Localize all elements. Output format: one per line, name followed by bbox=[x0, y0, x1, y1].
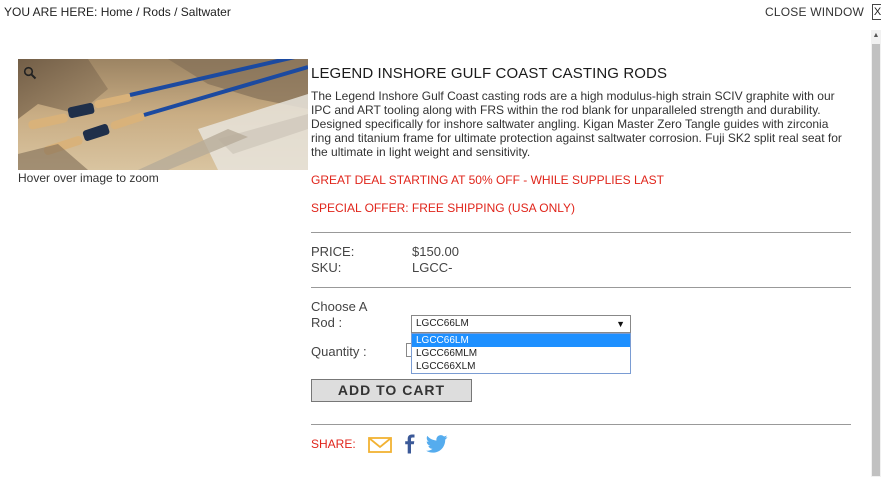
email-icon[interactable] bbox=[368, 436, 392, 454]
zoom-hint: Hover over image to zoom bbox=[18, 171, 159, 185]
rod-option-lgcc66mlm[interactable]: LGCC66MLM bbox=[412, 347, 630, 360]
product-image[interactable] bbox=[18, 59, 308, 170]
add-to-cart-button[interactable]: ADD TO CART bbox=[311, 379, 472, 402]
breadcrumb-link-home[interactable]: Home bbox=[101, 5, 133, 19]
product-title: LEGEND INSHORE GULF COAST CASTING RODS bbox=[311, 65, 668, 82]
scrollbar-thumb[interactable] bbox=[872, 44, 880, 476]
magnifier-icon bbox=[23, 66, 37, 80]
rod-option-lgcc66lm[interactable]: LGCC66LM bbox=[412, 334, 630, 347]
sku-value: LGCC- bbox=[412, 260, 453, 275]
rod-option-lgcc66xlm[interactable]: LGCC66XLM bbox=[412, 360, 630, 373]
choose-rod-label-line1: Choose A bbox=[311, 299, 368, 314]
divider bbox=[311, 287, 851, 288]
breadcrumb-prefix: YOU ARE HERE: bbox=[4, 5, 98, 19]
product-photo bbox=[18, 59, 308, 170]
promo-shipping: SPECIAL OFFER: FREE SHIPPING (USA ONLY) bbox=[311, 201, 576, 215]
price-value: $150.00 bbox=[412, 244, 459, 259]
breadcrumb-separator: / bbox=[136, 5, 140, 19]
divider bbox=[311, 232, 851, 233]
rod-dropdown-list[interactable]: LGCC66LM LGCC66MLM LGCC66XLM bbox=[411, 333, 631, 374]
close-window-link[interactable]: CLOSE WINDOW bbox=[765, 5, 864, 19]
facebook-icon[interactable] bbox=[404, 434, 416, 454]
scroll-up-arrow-icon[interactable]: ▲ bbox=[871, 30, 881, 42]
twitter-icon[interactable] bbox=[426, 435, 448, 453]
price-label: PRICE: bbox=[311, 244, 355, 259]
sku-label: SKU: bbox=[311, 260, 342, 275]
share-label: SHARE: bbox=[311, 437, 356, 451]
product-description: The Legend Inshore Gulf Coast casting ro… bbox=[311, 89, 842, 159]
divider bbox=[311, 424, 851, 425]
breadcrumb-separator: / bbox=[174, 5, 178, 19]
rod-select[interactable]: LGCC66LM ▼ bbox=[411, 315, 631, 333]
breadcrumb-link-saltwater[interactable]: Saltwater bbox=[181, 5, 231, 19]
quantity-label: Quantity : bbox=[311, 344, 367, 359]
choose-rod-label-line2: Rod : bbox=[311, 315, 343, 330]
dropdown-arrow-icon[interactable]: ▼ bbox=[616, 316, 625, 332]
rod-select-value: LGCC66LM bbox=[416, 318, 469, 329]
scrollbar[interactable]: ▲ bbox=[871, 30, 881, 477]
breadcrumb-link-rods[interactable]: Rods bbox=[143, 5, 171, 19]
breadcrumb: YOU ARE HERE: Home / Rods / Saltwater bbox=[4, 5, 231, 19]
close-icon[interactable]: X bbox=[872, 4, 881, 20]
promo-deal: GREAT DEAL STARTING AT 50% OFF - WHILE S… bbox=[311, 173, 664, 187]
